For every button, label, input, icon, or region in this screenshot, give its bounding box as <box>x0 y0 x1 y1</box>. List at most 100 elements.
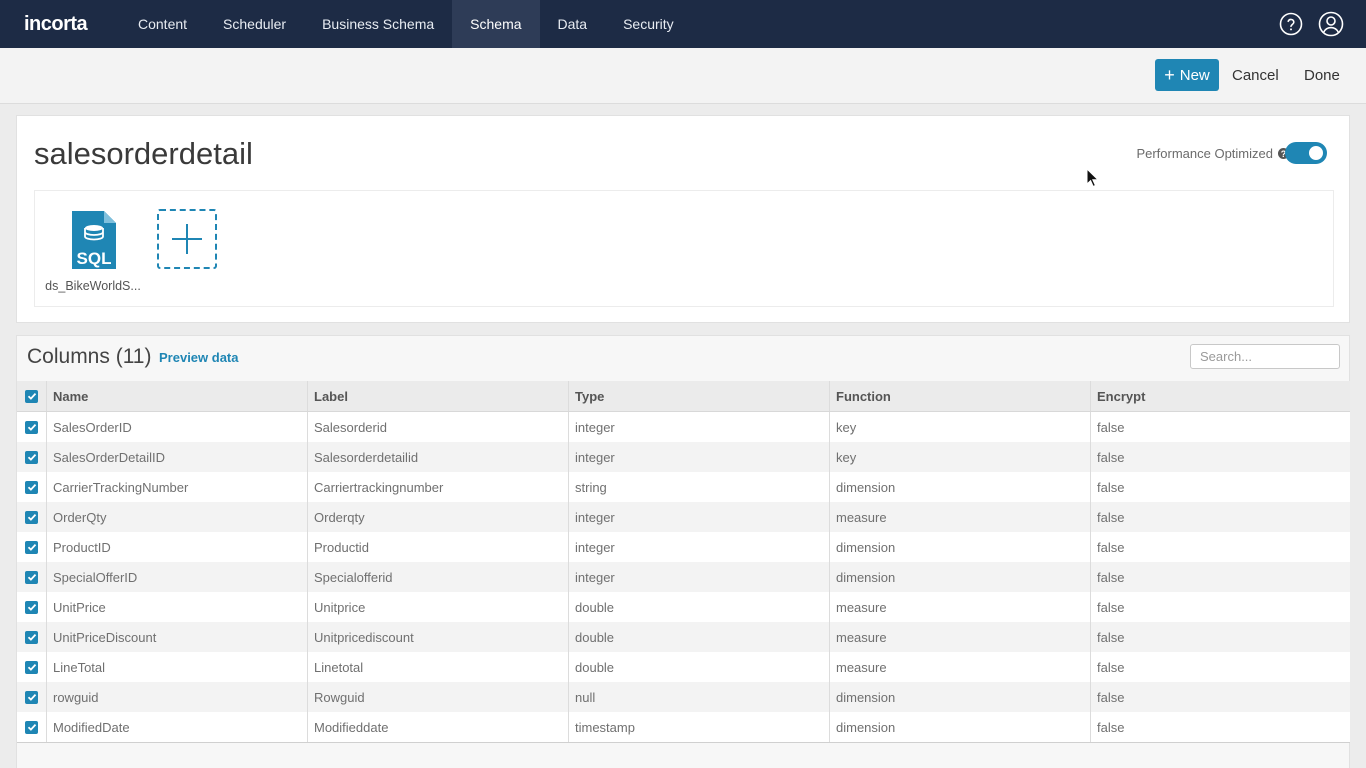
new-button[interactable]: + New <box>1155 59 1219 91</box>
row-checkbox[interactable] <box>25 420 38 434</box>
add-datasource-button[interactable] <box>157 209 217 269</box>
cell-encrypt[interactable]: false <box>1091 472 1350 502</box>
performance-optimized-toggle[interactable] <box>1285 142 1327 164</box>
cell-type[interactable]: null <box>569 682 830 712</box>
row-checkbox[interactable] <box>25 660 38 674</box>
nav-item-business-schema[interactable]: Business Schema <box>304 0 452 48</box>
table-row[interactable]: OrderQty Orderqty integer measure false <box>17 502 1350 532</box>
search-input[interactable] <box>1190 344 1340 369</box>
cancel-button[interactable]: Cancel <box>1232 59 1279 91</box>
cell-type[interactable]: integer <box>569 412 830 442</box>
table-row[interactable]: rowguid Rowguid null dimension false <box>17 682 1350 712</box>
cell-function[interactable]: dimension <box>830 682 1091 712</box>
header-function[interactable]: Function <box>830 381 1091 411</box>
header-label[interactable]: Label <box>308 381 569 411</box>
cell-label[interactable]: Rowguid <box>308 682 569 712</box>
table-row[interactable]: LineTotal Linetotal double measure false <box>17 652 1350 682</box>
cell-function[interactable]: measure <box>830 502 1091 532</box>
cell-label[interactable]: Unitpricediscount <box>308 622 569 652</box>
preview-data-link[interactable]: Preview data <box>159 350 239 365</box>
cell-type[interactable]: timestamp <box>569 712 830 742</box>
nav-item-security[interactable]: Security <box>605 0 692 48</box>
cell-encrypt[interactable]: false <box>1091 532 1350 562</box>
help-circle-icon[interactable] <box>1278 11 1304 37</box>
cell-type[interactable]: integer <box>569 442 830 472</box>
table-row[interactable]: SalesOrderDetailID Salesorderdetailid inte… <box>17 442 1350 472</box>
cell-name[interactable]: ModifiedDate <box>47 712 308 742</box>
row-checkbox[interactable] <box>25 570 38 584</box>
row-checkbox[interactable] <box>25 600 38 614</box>
cell-name[interactable]: ProductID <box>47 532 308 562</box>
cell-type[interactable]: double <box>569 622 830 652</box>
row-checkbox[interactable] <box>25 480 38 494</box>
cell-label[interactable]: Unitprice <box>308 592 569 622</box>
user-account-icon[interactable] <box>1318 11 1344 37</box>
cell-name[interactable]: SalesOrderDetailID <box>47 442 308 472</box>
cell-label[interactable]: Linetotal <box>308 652 569 682</box>
cell-type[interactable]: integer <box>569 562 830 592</box>
row-checkbox[interactable] <box>25 630 38 644</box>
cell-type[interactable]: string <box>569 472 830 502</box>
cell-name[interactable]: rowguid <box>47 682 308 712</box>
cell-name[interactable]: UnitPriceDiscount <box>47 622 308 652</box>
row-checkbox[interactable] <box>25 450 38 464</box>
nav-item-content[interactable]: Content <box>120 0 205 48</box>
cell-encrypt[interactable]: false <box>1091 562 1350 592</box>
cell-type[interactable]: double <box>569 652 830 682</box>
cell-label[interactable]: Salesorderid <box>308 412 569 442</box>
row-checkbox[interactable] <box>25 720 38 734</box>
cell-function[interactable]: dimension <box>830 562 1091 592</box>
cell-label[interactable]: Carriertrackingnumber <box>308 472 569 502</box>
cell-function[interactable]: dimension <box>830 532 1091 562</box>
cell-encrypt[interactable]: false <box>1091 502 1350 532</box>
cell-name[interactable]: SpecialOfferID <box>47 562 308 592</box>
cell-encrypt[interactable]: false <box>1091 592 1350 622</box>
cell-label[interactable]: Salesorderdetailid <box>308 442 569 472</box>
incorta-logo[interactable]: incorta <box>0 13 120 36</box>
cell-function[interactable]: dimension <box>830 712 1091 742</box>
cell-function[interactable]: key <box>830 442 1091 472</box>
cell-label[interactable]: Specialofferid <box>308 562 569 592</box>
select-all-checkbox[interactable] <box>25 389 38 403</box>
table-row[interactable]: CarrierTrackingNumber Carriertrackingnumb… <box>17 472 1350 502</box>
cell-name[interactable]: CarrierTrackingNumber <box>47 472 308 502</box>
nav-item-data[interactable]: Data <box>540 0 606 48</box>
cell-label[interactable]: Orderqty <box>308 502 569 532</box>
row-checkbox[interactable] <box>25 540 38 554</box>
cell-name[interactable]: UnitPrice <box>47 592 308 622</box>
table-row[interactable]: SalesOrderID Salesorderid integer key false <box>17 412 1350 442</box>
table-row[interactable]: UnitPriceDiscount Unitpricediscount double… <box>17 622 1350 652</box>
cell-encrypt[interactable]: false <box>1091 682 1350 712</box>
cell-name[interactable]: LineTotal <box>47 652 308 682</box>
header-type[interactable]: Type <box>569 381 830 411</box>
cell-type[interactable]: integer <box>569 502 830 532</box>
row-checkbox[interactable] <box>25 510 38 524</box>
cell-label[interactable]: Productid <box>308 532 569 562</box>
table-row[interactable]: UnitPrice Unitprice double measure false <box>17 592 1350 622</box>
cell-type[interactable]: integer <box>569 532 830 562</box>
cell-function[interactable]: dimension <box>830 472 1091 502</box>
cell-name[interactable]: SalesOrderID <box>47 412 308 442</box>
cell-encrypt[interactable]: false <box>1091 412 1350 442</box>
header-name[interactable]: Name <box>47 381 308 411</box>
cell-encrypt[interactable]: false <box>1091 712 1350 742</box>
cell-name[interactable]: OrderQty <box>47 502 308 532</box>
table-row[interactable]: ProductID Productid integer dimension false <box>17 532 1350 562</box>
cell-encrypt[interactable]: false <box>1091 652 1350 682</box>
cell-type[interactable]: double <box>569 592 830 622</box>
cell-label[interactable]: Modifieddate <box>308 712 569 742</box>
cell-encrypt[interactable]: false <box>1091 622 1350 652</box>
cell-function[interactable]: key <box>830 412 1091 442</box>
cell-function[interactable]: measure <box>830 592 1091 622</box>
row-checkbox[interactable] <box>25 690 38 704</box>
header-encrypt[interactable]: Encrypt <box>1091 381 1350 411</box>
done-button[interactable]: Done <box>1304 59 1340 91</box>
cell-encrypt[interactable]: false <box>1091 442 1350 472</box>
table-row[interactable]: SpecialOfferID Specialofferid integer dimen… <box>17 562 1350 592</box>
nav-item-scheduler[interactable]: Scheduler <box>205 0 304 48</box>
table-row[interactable]: ModifiedDate Modifieddate timestamp dimensi… <box>17 712 1350 742</box>
cell-function[interactable]: measure <box>830 622 1091 652</box>
nav-item-schema[interactable]: Schema <box>452 0 540 48</box>
cell-function[interactable]: measure <box>830 652 1091 682</box>
datasource-item[interactable]: SQL ds_BikeWorldS... <box>45 209 141 293</box>
